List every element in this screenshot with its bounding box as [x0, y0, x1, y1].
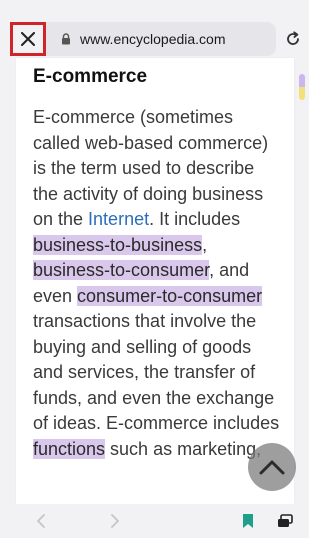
article-text: buying and selling of goods — [33, 336, 252, 357]
page-title: E-commerce — [33, 66, 148, 87]
article-link[interactable]: Internet — [88, 209, 149, 229]
bookmark-icon — [243, 514, 253, 528]
close-button[interactable] — [10, 22, 46, 56]
article-line: the activity of doing business — [33, 182, 295, 208]
article-line: business-to-business, — [33, 233, 295, 259]
article-text: E-commerce (sometimes — [33, 107, 234, 127]
article-line: called web-based commerce) — [33, 131, 295, 157]
article-text: and services, the transfer of — [33, 362, 256, 382]
url-field[interactable]: www.encyclopedia.com — [46, 22, 276, 56]
article-text: , — [202, 234, 208, 255]
chevron-left-icon — [37, 514, 45, 528]
article-line: is the term used to describe — [33, 156, 295, 182]
article-line: and services, the transfer of — [33, 360, 295, 386]
article-line: on the Internet. It includes — [33, 207, 295, 233]
chevron-up-icon — [259, 460, 285, 475]
bottom-toolbar — [0, 504, 309, 538]
bookmark-button[interactable] — [237, 510, 259, 532]
article-line: funds, and even the exchange — [33, 386, 295, 412]
article-line: buying and selling of goods — [33, 335, 295, 361]
article-text: such as marketing, — [105, 438, 262, 459]
article-text: transactions that involve the — [33, 311, 257, 331]
lock-icon — [60, 32, 72, 46]
article-line: even consumer-to-consumer — [33, 284, 295, 310]
article-text: even — [33, 285, 78, 306]
article-line: E-commerce (sometimes — [33, 105, 295, 131]
scroll-indicator[interactable] — [299, 74, 305, 100]
article-text: is the term used to describe — [33, 158, 255, 178]
article-text: of ideas. E-commerce includes — [33, 413, 280, 433]
highlighted-text[interactable]: business-to-business — [33, 234, 203, 255]
article-line: transactions that involve the — [33, 309, 295, 335]
back-button[interactable] — [30, 510, 52, 532]
chevron-right-icon — [111, 514, 119, 528]
article-text: on the — [33, 209, 89, 229]
highlighted-text[interactable]: functions — [33, 438, 106, 459]
article-text: the activity of doing business — [33, 183, 264, 204]
address-bar: www.encyclopedia.com — [0, 0, 309, 62]
highlighted-text[interactable]: consumer-to-consumer — [77, 285, 263, 306]
highlighted-text[interactable]: business-to-consumer — [33, 260, 210, 280]
article-text: . It includes — [149, 209, 241, 229]
article-text: called web-based commerce) — [33, 132, 269, 153]
scroll-to-top-button[interactable] — [248, 443, 296, 491]
page-content: E-commerce E-commerce (sometimes called w… — [16, 58, 294, 504]
tabs-icon — [278, 514, 293, 527]
close-icon — [21, 32, 35, 46]
forward-button[interactable] — [104, 510, 126, 532]
article-text: , and — [209, 260, 250, 280]
url-text: www.encyclopedia.com — [80, 31, 226, 47]
browser-window: www.encyclopedia.com E-commerce E-commer… — [0, 0, 309, 538]
article-line: of ideas. E-commerce includes — [33, 411, 295, 437]
tabs-button[interactable] — [274, 510, 296, 532]
reload-button[interactable] — [282, 28, 304, 50]
article-text: funds, and even the exchange — [33, 387, 275, 408]
reload-icon — [287, 31, 299, 45]
article-body: E-commerce (sometimes called web-based co… — [33, 105, 295, 462]
article-line: business-to-consumer, and — [33, 258, 295, 284]
